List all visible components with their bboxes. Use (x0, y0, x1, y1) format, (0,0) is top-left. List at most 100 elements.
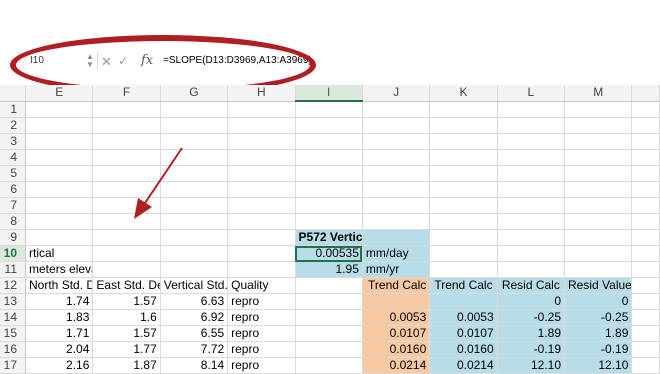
cell-g8[interactable] (160, 213, 229, 230)
cell-i10[interactable]: 0.00535 (295, 245, 363, 262)
cell-l7[interactable] (497, 197, 566, 214)
cell-j11[interactable]: mm/yr (362, 261, 431, 278)
cell-n10[interactable] (631, 245, 660, 262)
cell-m14[interactable]: -0.25 (564, 309, 633, 326)
row-header-12[interactable]: 12 (0, 277, 27, 294)
cell-f13[interactable]: 1.57 (92, 293, 161, 310)
cell-k13[interactable] (429, 293, 498, 310)
cell-h8[interactable] (227, 213, 296, 230)
cell-h5[interactable] (227, 165, 296, 182)
row-header-15[interactable]: 15 (0, 325, 27, 342)
cell-l5[interactable] (497, 165, 566, 182)
cell-h3[interactable] (227, 133, 296, 150)
cell-f15[interactable]: 1.57 (92, 325, 161, 342)
column-header-l[interactable]: L (497, 85, 566, 102)
cell-i3[interactable] (295, 133, 363, 150)
cell-n1[interactable] (631, 101, 660, 118)
cell-m3[interactable] (564, 133, 633, 150)
cell-l15[interactable]: 1.89 (497, 325, 566, 342)
cell-l12[interactable]: Resid Calc (497, 277, 566, 294)
column-header-e[interactable]: E (25, 85, 94, 102)
cell-k16[interactable]: 0.0160 (429, 341, 498, 358)
cell-h16[interactable]: repro (227, 341, 296, 358)
cell-f2[interactable] (92, 117, 161, 134)
cell-j4[interactable] (362, 149, 431, 166)
cell-k6[interactable] (429, 181, 498, 198)
cell-e2[interactable] (25, 117, 94, 134)
cell-e9[interactable] (25, 229, 94, 246)
cell-i14[interactable] (295, 309, 363, 326)
row-header-10[interactable]: 10 (0, 245, 27, 262)
cell-f1[interactable] (92, 101, 161, 118)
cell-n4[interactable] (631, 149, 660, 166)
cell-h1[interactable] (227, 101, 296, 118)
cell-e10[interactable]: rtical (25, 245, 94, 262)
cell-i7[interactable] (295, 197, 363, 214)
cell-l4[interactable] (497, 149, 566, 166)
column-header-next[interactable] (631, 85, 660, 102)
cell-k10[interactable] (429, 245, 498, 262)
cell-m1[interactable] (564, 101, 633, 118)
cell-m6[interactable] (564, 181, 633, 198)
cell-m15[interactable]: 1.89 (564, 325, 633, 342)
cell-i15[interactable] (295, 325, 363, 342)
cell-l10[interactable] (497, 245, 566, 262)
row-header-13[interactable]: 13 (0, 293, 27, 310)
cell-k8[interactable] (429, 213, 498, 230)
column-header-m[interactable]: M (564, 85, 633, 102)
cell-j16[interactable]: 0.0160 (362, 341, 431, 358)
cell-k3[interactable] (429, 133, 498, 150)
cell-f11[interactable] (92, 261, 161, 278)
cell-g1[interactable] (160, 101, 229, 118)
cell-j3[interactable] (362, 133, 431, 150)
cell-f12[interactable]: East Std. De (92, 277, 161, 294)
cell-e15[interactable]: 1.71 (25, 325, 94, 342)
cell-i5[interactable] (295, 165, 363, 182)
cell-m9[interactable] (564, 229, 633, 246)
cell-l9[interactable] (497, 229, 566, 246)
cell-l6[interactable] (497, 181, 566, 198)
cell-l11[interactable] (497, 261, 566, 278)
row-header-8[interactable]: 8 (0, 213, 27, 230)
cell-k2[interactable] (429, 117, 498, 134)
cell-f7[interactable] (92, 197, 161, 214)
cell-f5[interactable] (92, 165, 161, 182)
cell-k5[interactable] (429, 165, 498, 182)
cell-h11[interactable] (227, 261, 296, 278)
cell-m8[interactable] (564, 213, 633, 230)
cell-m4[interactable] (564, 149, 633, 166)
cell-g10[interactable] (160, 245, 229, 262)
cell-g11[interactable] (160, 261, 229, 278)
cell-k9[interactable] (429, 229, 498, 246)
cell-m7[interactable] (564, 197, 633, 214)
cell-h10[interactable] (227, 245, 296, 262)
cell-m16[interactable]: -0.19 (564, 341, 633, 358)
row-header-3[interactable]: 3 (0, 133, 27, 150)
cell-n6[interactable] (631, 181, 660, 198)
cell-h15[interactable]: repro (227, 325, 296, 342)
cell-h9[interactable] (227, 229, 296, 246)
cell-g4[interactable] (160, 149, 229, 166)
cell-i13[interactable] (295, 293, 363, 310)
cell-g12[interactable]: Vertical Std. (160, 277, 229, 294)
cell-e5[interactable] (25, 165, 94, 182)
cell-g3[interactable] (160, 133, 229, 150)
row-header-9[interactable]: 9 (0, 229, 27, 246)
cell-k15[interactable]: 0.0107 (429, 325, 498, 342)
cell-n13[interactable] (631, 293, 660, 310)
cell-e14[interactable]: 1.83 (25, 309, 94, 326)
cell-g14[interactable]: 6.92 (160, 309, 229, 326)
cell-h14[interactable]: repro (227, 309, 296, 326)
cell-e8[interactable] (25, 213, 94, 230)
column-header-i[interactable]: I (295, 85, 363, 102)
cell-j6[interactable] (362, 181, 431, 198)
cell-g9[interactable] (160, 229, 229, 246)
cell-f10[interactable] (92, 245, 161, 262)
cell-j10[interactable]: mm/day (362, 245, 431, 262)
row-header-16[interactable]: 16 (0, 341, 27, 358)
cell-h4[interactable] (227, 149, 296, 166)
cell-j15[interactable]: 0.0107 (362, 325, 431, 342)
row-header-6[interactable]: 6 (0, 181, 27, 198)
cell-k7[interactable] (429, 197, 498, 214)
cell-k4[interactable] (429, 149, 498, 166)
